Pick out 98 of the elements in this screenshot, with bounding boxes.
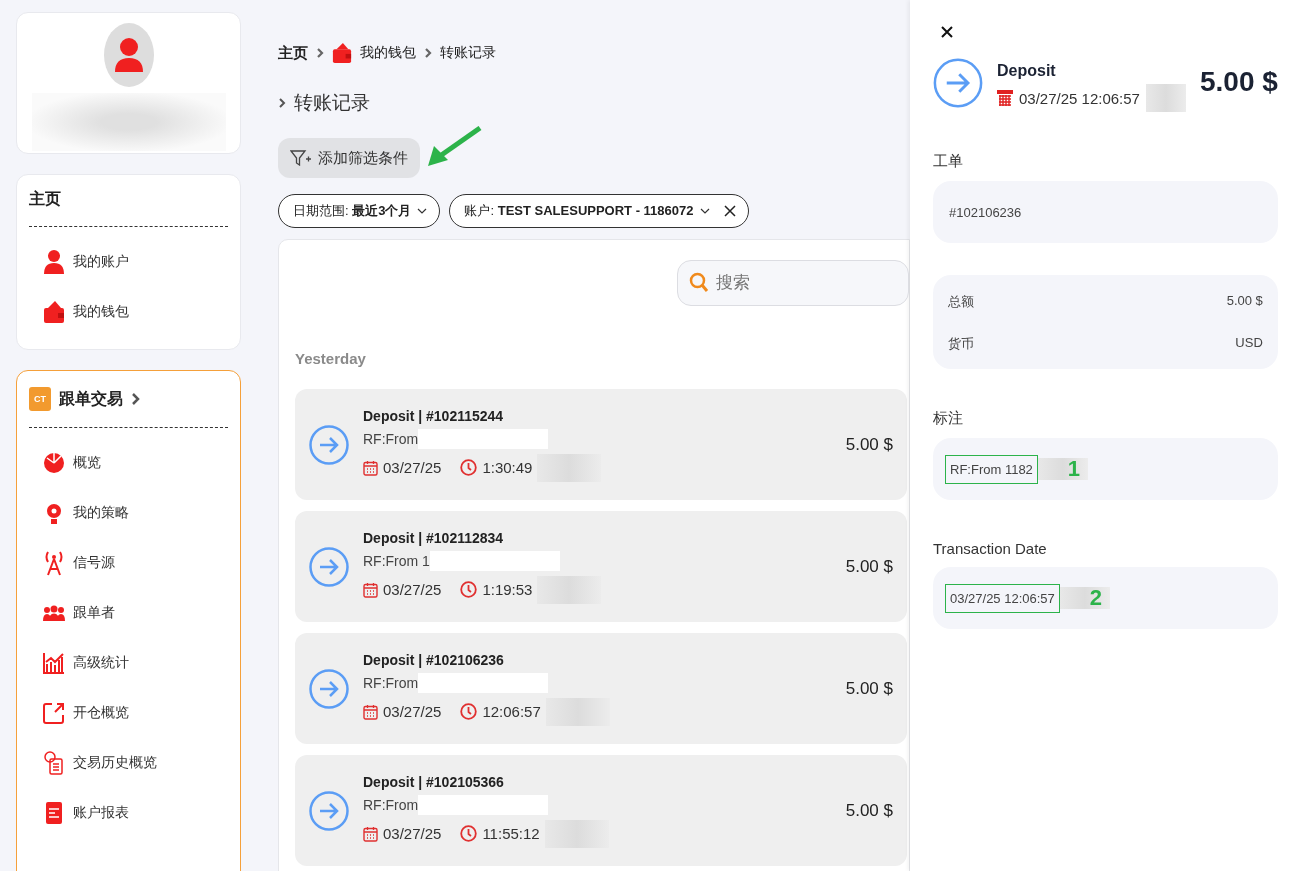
nav-item[interactable]: 我的账户 [29,237,228,287]
redacted-block [1037,458,1088,480]
transaction-amount: 5.00 $ [845,556,893,577]
nav-item[interactable]: 信号源 [29,538,228,588]
detail-amount: 5.00 $ [1199,65,1278,98]
search-icon [689,272,709,294]
page-title: 转账记录 [294,91,370,115]
field-label: 工单 [933,152,964,171]
document-icon [43,801,65,825]
wallet-icon [332,42,352,64]
clock-icon [460,825,478,842]
chevron-right-icon [278,97,286,109]
group-label: Yesterday [295,350,367,367]
chevron-right-icon [424,47,432,59]
arrow-circle-icon [309,546,349,587]
nav-item[interactable]: 开仓概览 [29,688,228,738]
clock-icon [460,703,478,720]
pie-chart-icon [43,452,65,474]
section-heading: 主页 [29,189,62,209]
calendar-icon [363,581,378,598]
arrow-circle-icon [309,668,349,709]
transaction-row[interactable]: Deposit | #102106236 RF:From 03/27/25 12:06:57 5.00 $ [295,633,907,744]
detail-title: Deposit [997,62,1057,80]
summary-value: USD [1235,335,1263,352]
filter-plus-icon [290,150,312,166]
external-link-icon [43,702,65,724]
antenna-tower-icon [43,550,65,576]
transaction-date: 03/27/25 [383,825,442,842]
breadcrumb-link[interactable]: 主页 [278,43,308,63]
transaction-amount: 5.00 $ [845,800,893,821]
wallet-icon [43,300,65,324]
transaction-date-value: 03/27/25 12:06:57 [945,583,1060,613]
transaction-note: RF:From [363,430,419,447]
calendar-icon [997,89,1013,107]
transaction-time: 12:06:57 [482,703,541,720]
arrow-circle-icon [309,790,349,831]
filter-chip[interactable]: 日期范围: 最近3个月 [278,194,441,228]
section-heading[interactable]: 跟单交易 [59,388,123,410]
close-icon[interactable] [941,26,953,38]
transaction-note: RF:From [363,796,419,813]
transaction-title: Deposit | #102105366 [363,773,505,790]
clock-icon [460,581,478,598]
chevron-down-icon [417,208,428,214]
transaction-time: 11:55:12 [482,825,540,842]
copy-trading-logo: CT [29,387,51,411]
bar-chart-icon [43,652,65,674]
nav-item[interactable]: 交易历史概览 [29,738,228,788]
transaction-title: Deposit | #102112834 [363,529,505,546]
nav-item[interactable]: 账户报表 [29,788,228,838]
transaction-time: 1:19:53 [482,581,533,598]
field-label: 标注 [933,409,964,428]
field-label: Transaction Date [933,540,1048,557]
nav-item[interactable]: 跟单者 [29,588,228,638]
close-icon[interactable] [723,205,736,217]
calendar-icon [363,825,378,842]
summary-value: 5.00 $ [1226,293,1263,310]
transaction-title: Deposit | #102115244 [363,407,505,424]
ticket-number: #102106236 [948,203,1023,222]
note-value: RF:From 1182 [945,454,1038,484]
arrow-circle-icon [933,58,983,108]
annotation-number: 2 [1089,585,1103,611]
transaction-note: RF:From [363,674,419,691]
arrow-circle-icon [309,424,349,465]
transaction-row[interactable]: Deposit | #102112834 RF:From 1 03/27/25 1:19:53 5.00 $ [295,511,907,622]
nav-item[interactable]: 我的策略 [29,488,228,538]
calendar-icon [363,703,378,720]
nav-item[interactable]: 我的钱包 [29,287,228,337]
transaction-date: 03/27/25 [383,581,442,598]
summary-label: 总额 [948,293,974,311]
annotation-arrow [426,126,482,168]
add-filter-button[interactable]: 添加筛选条件 [278,138,420,178]
transaction-date: 03/27/25 [383,703,442,720]
filter-chip[interactable]: 账户: TEST SALESUPPORT - 1186072 [449,194,749,228]
summary-label: 货币 [948,335,974,353]
transaction-title: Deposit | #102106236 [363,651,505,668]
annotation-number: 1 [1067,456,1081,482]
clock-document-icon [43,751,65,775]
transaction-time: 1:30:49 [482,459,533,476]
calendar-icon [363,459,378,476]
chevron-right-icon [131,392,140,406]
transaction-date: 03/27/25 [383,459,442,476]
breadcrumb-link[interactable]: 我的钱包 [360,44,416,62]
nav-item[interactable]: 高级统计 [29,638,228,688]
chevron-down-icon [699,208,710,214]
transaction-row[interactable]: Deposit | #102115244 RF:From 03/27/25 1:30:49 5.00 $ [295,389,907,500]
clock-icon [460,459,478,476]
transaction-note: RF:From 1 [363,552,430,569]
transaction-amount: 5.00 $ [845,678,893,699]
detail-datetime: 03/27/25 12:06:57 [1019,89,1140,107]
chevron-right-icon [316,47,324,59]
search-field[interactable]: 搜索 [677,260,909,306]
transaction-amount: 5.00 $ [845,434,893,455]
transaction-row[interactable]: Deposit | #102105366 RF:From 03/27/25 11:55:12 5.00 $ [295,755,907,866]
redacted-block [1145,84,1186,112]
people-group-icon [43,605,65,621]
nav-item[interactable]: 概览 [29,438,228,488]
redacted-block [1059,587,1110,609]
person-icon [43,250,65,274]
